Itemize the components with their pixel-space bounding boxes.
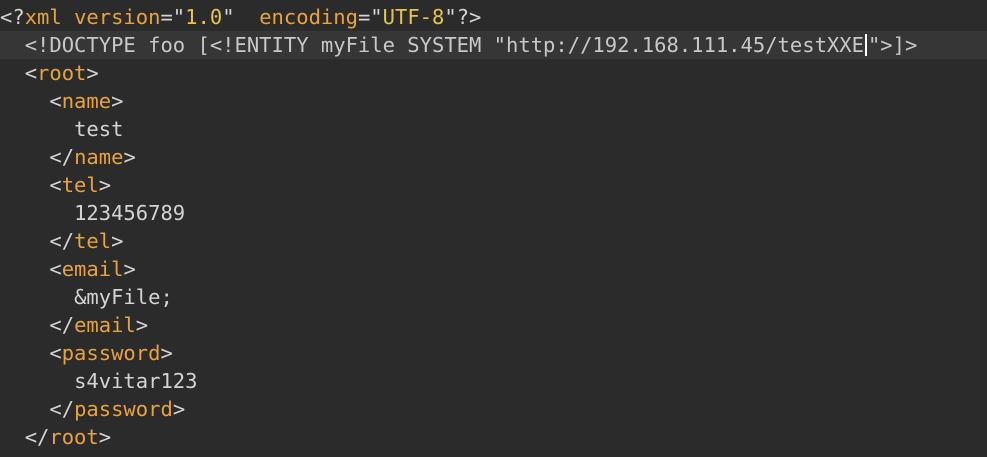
code-token: email [74,313,136,337]
code-token: password [74,397,173,421]
code-token: < [49,173,62,197]
code-token: > [98,173,112,197]
code-token: </ [49,313,75,337]
code-token: <? [0,5,25,29]
code-token: root [49,425,99,449]
code-token: < [49,257,62,281]
code-line[interactable]: </tel> [0,227,987,255]
code-line-current[interactable]: <!DOCTYPE foo [<!ENTITY myFile SYSTEM "h… [0,31,987,59]
code-token: &myFile; [74,285,173,309]
code-token: > [98,425,112,449]
code-line[interactable]: 123456789 [0,199,987,227]
code-line[interactable]: <tel> [0,171,987,199]
code-token: password [61,341,161,365]
code-line[interactable]: &myFile; [0,283,987,311]
code-line[interactable]: </password> [0,395,987,423]
code-line[interactable]: <email> [0,255,987,283]
code-line[interactable]: s4vitar123 [0,367,987,395]
code-token: =" [160,5,186,29]
code-token: 123456789 [74,201,186,225]
code-token: > [111,89,124,113]
code-token: xml [24,5,62,29]
code-token: </ [24,425,50,449]
code-line[interactable]: <password> [0,339,987,367]
code-token: ">]> [867,33,918,57]
code-token: < [49,89,62,113]
code-line[interactable]: </name> [0,143,987,171]
code-line[interactable]: <name> [0,87,987,115]
code-line[interactable]: test [0,115,987,143]
code-token: > [172,397,186,421]
code-token: encoding [259,5,358,29]
code-token: > [123,145,136,169]
code-token: 1.0 [185,5,223,29]
text-caret [864,34,867,56]
code-token: </ [49,229,75,253]
code-token: > [86,61,99,85]
code-token: < [24,61,38,85]
code-token: > [160,341,173,365]
code-token: version [74,5,161,29]
code-token: < [49,341,62,365]
code-token: > [111,229,124,253]
code-token: > [135,313,149,337]
code-token: </ [49,145,75,169]
code-token: name [61,89,112,113]
code-token: </ [49,397,75,421]
code-line[interactable]: </root> [0,423,987,451]
code-token: " [222,5,235,29]
code-token: =" [357,5,383,29]
code-token: s4vitar123 [74,369,198,393]
code-line[interactable]: <?xml version="1.0" encoding="UTF-8"?> [0,3,987,31]
code-line[interactable]: </email> [0,311,987,339]
code-token: > [123,257,136,281]
code-token: UTF-8 [382,5,445,29]
code-token: "?> [444,5,482,29]
code-token: name [74,145,124,169]
code-token: tel [74,229,112,253]
code-token: email [61,257,124,281]
code-editor[interactable]: <?xml version="1.0" encoding="UTF-8"?> <… [0,0,987,457]
code-token: test [74,117,124,141]
code-token: root [37,61,87,85]
code-line[interactable]: <root> [0,59,987,87]
code-token: <!DOCTYPE foo [<!ENTITY myFile SYSTEM "h… [24,33,864,57]
code-token: tel [61,173,99,197]
